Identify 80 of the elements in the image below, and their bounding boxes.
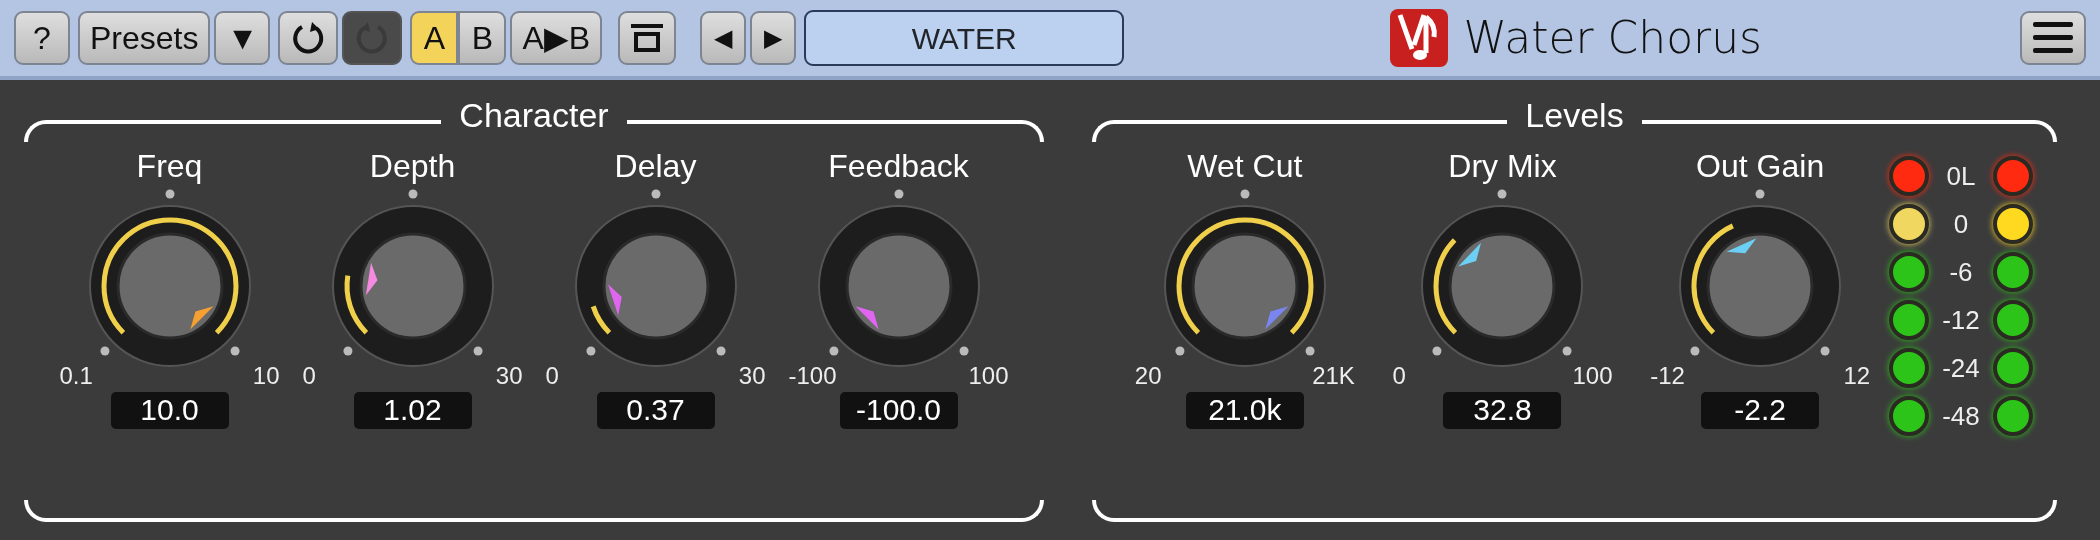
presets-button[interactable]: Presets bbox=[78, 11, 211, 65]
value-display: 21.0k bbox=[1185, 392, 1304, 429]
dropdown-button[interactable]: ▼ bbox=[214, 11, 271, 65]
min-label: 20 bbox=[1134, 364, 1162, 388]
meter-label: -12 bbox=[1941, 307, 1981, 333]
preset-name-field[interactable]: WATER bbox=[804, 10, 1125, 66]
tick-dot bbox=[1175, 346, 1185, 356]
knob[interactable] bbox=[1163, 205, 1326, 367]
max-label: 21K bbox=[1312, 364, 1355, 388]
menu-icon bbox=[2033, 22, 2073, 54]
ab-toggle[interactable]: B bbox=[458, 11, 507, 65]
logo-icon bbox=[1389, 9, 1448, 67]
help-button[interactable]: ? bbox=[14, 11, 70, 65]
window-button[interactable] bbox=[618, 11, 677, 65]
min-label: 0 bbox=[545, 364, 559, 388]
tick-dot bbox=[473, 346, 483, 356]
knob[interactable] bbox=[331, 205, 494, 367]
max-label: 12 bbox=[1843, 364, 1871, 388]
value-display: 1.02 bbox=[353, 392, 472, 429]
tick-dot bbox=[959, 346, 969, 356]
knob-label: Wet Cut bbox=[1187, 150, 1303, 182]
knob-label: Delay bbox=[614, 150, 697, 182]
max-label: 100 bbox=[968, 364, 1009, 388]
section-title: Levels bbox=[1524, 98, 1625, 132]
value-display: 10.0 bbox=[110, 392, 229, 429]
meter-label: 0L bbox=[1945, 163, 1977, 189]
knob[interactable] bbox=[88, 205, 251, 367]
tick-dot bbox=[1820, 346, 1830, 356]
meter-label: 0 bbox=[1952, 211, 1970, 237]
value-display: 0.37 bbox=[596, 392, 715, 429]
min-label: -100 bbox=[788, 364, 837, 388]
knob[interactable] bbox=[1679, 205, 1842, 367]
max-label: 30 bbox=[495, 364, 523, 388]
value-display: 32.8 bbox=[1443, 392, 1562, 429]
tick-dot bbox=[716, 346, 726, 356]
meter-label: -24 bbox=[1941, 355, 1981, 381]
min-label: 0 bbox=[1392, 364, 1406, 388]
plugin-title: Water Chorus bbox=[1463, 11, 1762, 65]
min-label: 0.1 bbox=[59, 364, 93, 388]
tick-dot bbox=[1755, 189, 1765, 199]
tick-dot bbox=[165, 189, 174, 199]
knob[interactable] bbox=[1421, 205, 1584, 367]
tick-dot bbox=[585, 346, 595, 356]
min-label: 0 bbox=[302, 364, 316, 388]
max-label: 10 bbox=[252, 364, 280, 388]
window-icon bbox=[630, 23, 665, 53]
tick-dot bbox=[828, 346, 838, 356]
knob-label: Feedback bbox=[828, 150, 969, 182]
tick-dot bbox=[230, 346, 240, 356]
tick-dot bbox=[1563, 346, 1573, 356]
tick-dot bbox=[894, 189, 903, 199]
next-button[interactable]: ▶ bbox=[750, 11, 797, 65]
value-display: -2.2 bbox=[1701, 392, 1820, 429]
menu-button[interactable] bbox=[2020, 11, 2086, 65]
min-label: -12 bbox=[1650, 364, 1685, 388]
ab-toggle[interactable]: A bbox=[410, 11, 459, 65]
max-label: 100 bbox=[1572, 364, 1613, 388]
undo-button[interactable] bbox=[278, 11, 339, 65]
tick-dot bbox=[99, 346, 109, 356]
value-display: -100.0 bbox=[839, 392, 958, 429]
meter-label: -6 bbox=[1948, 259, 1974, 285]
tick-dot bbox=[651, 189, 660, 199]
tick-dot bbox=[408, 189, 417, 199]
arc-indicator bbox=[590, 305, 611, 335]
section-title: Character bbox=[458, 98, 610, 132]
max-label: 30 bbox=[738, 364, 766, 388]
knob-label: Out Gain bbox=[1696, 150, 1825, 182]
knob-label: Depth bbox=[369, 150, 456, 182]
tick-dot bbox=[342, 346, 352, 356]
tick-dot bbox=[1240, 189, 1250, 199]
previous-button[interactable]: ◀ bbox=[700, 11, 747, 65]
tick-dot bbox=[1498, 189, 1507, 199]
copy-button[interactable]: A▶B bbox=[510, 11, 603, 65]
meter-label: -48 bbox=[1941, 403, 1981, 429]
tick-dot bbox=[1305, 346, 1315, 356]
knob-label: Freq bbox=[136, 150, 203, 182]
knob-label: Dry Mix bbox=[1448, 150, 1557, 182]
tick-dot bbox=[1432, 346, 1442, 356]
arc-indicator bbox=[344, 275, 368, 335]
tick-dot bbox=[1690, 346, 1700, 356]
